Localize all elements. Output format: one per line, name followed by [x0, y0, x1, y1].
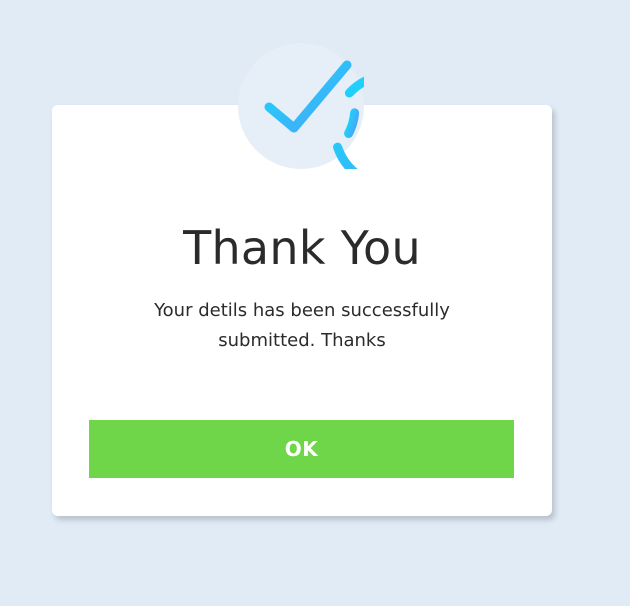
check-circle-icon [238, 43, 364, 169]
dialog-message: Your detils has been successfully submit… [154, 300, 450, 351]
dialog-title: Thank You [183, 221, 421, 275]
ok-button[interactable]: OK [89, 420, 514, 478]
